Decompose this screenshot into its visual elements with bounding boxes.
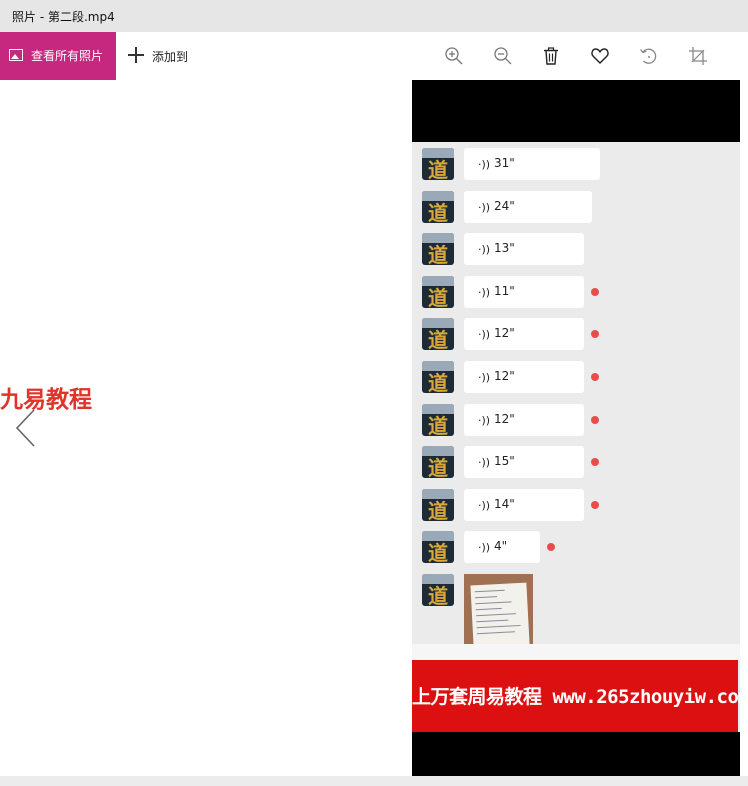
avatar: 道 bbox=[422, 574, 454, 606]
voice-message-bubble[interactable]: ·)) 4" bbox=[464, 531, 540, 564]
voice-wave-icon: ·)) bbox=[478, 158, 491, 171]
ad-banner-text: 上万套周易教程 www.265zhouyiw.com bbox=[412, 686, 740, 708]
voice-wave-icon: ·)) bbox=[478, 541, 491, 555]
voice-wave-icon: ·)) bbox=[478, 456, 491, 470]
video-letterbox-bottom bbox=[412, 732, 740, 776]
unread-dot bbox=[591, 373, 599, 381]
photo-icon bbox=[9, 49, 23, 61]
window-title: 照片 - 第二段.mp4 bbox=[12, 10, 115, 24]
title-bar: 照片 - 第二段.mp4 bbox=[0, 0, 748, 32]
unread-dot bbox=[591, 500, 599, 509]
chat-row: 道 ·)) 14" bbox=[412, 488, 740, 523]
voice-wave-icon: ·)) bbox=[478, 371, 491, 384]
unread-dot bbox=[591, 415, 599, 424]
voice-message-bubble[interactable]: ·)) 12" bbox=[464, 318, 584, 351]
voice-message-bubble[interactable]: ·)) 12" bbox=[464, 361, 584, 393]
avatar: 道 bbox=[422, 531, 454, 564]
chat-input-bar bbox=[412, 644, 740, 660]
voice-wave-icon: ·)) bbox=[478, 285, 491, 299]
voice-wave-icon: ·)) bbox=[478, 243, 491, 257]
video-letterbox-top bbox=[412, 80, 740, 142]
video-frame: 道 ·)) 31" 道 ·)) 24" 道 ·)) 13" 道 ·)) 11" 道 ·)) 12" 道 ·)) 1… bbox=[412, 80, 740, 776]
voice-message-bubble[interactable]: ·)) 24" bbox=[464, 190, 592, 223]
delete-button[interactable] bbox=[535, 40, 567, 72]
voice-duration: 4" bbox=[494, 539, 508, 554]
add-to-label: 添加到 bbox=[152, 50, 189, 64]
voice-duration: 12" bbox=[494, 326, 515, 341]
voice-message-bubble[interactable]: ·)) 11" bbox=[464, 275, 584, 308]
chat-row: 道 ·)) 12" bbox=[412, 361, 740, 395]
unread-dot bbox=[591, 287, 599, 296]
avatar: 道 bbox=[422, 148, 454, 180]
zoom-in-button[interactable] bbox=[438, 40, 470, 72]
voice-wave-icon: ·)) bbox=[478, 328, 491, 342]
view-all-photos-button[interactable]: 查看所有照片 bbox=[0, 32, 116, 80]
voice-duration: 15" bbox=[494, 454, 515, 469]
voice-message-bubble[interactable]: ·)) 31" bbox=[464, 148, 600, 180]
voice-duration: 24" bbox=[494, 198, 515, 213]
zoom-out-button[interactable] bbox=[487, 40, 519, 72]
chat-row: 道 ·)) 12" bbox=[412, 403, 740, 438]
plus-icon bbox=[128, 47, 144, 63]
voice-wave-icon: ·)) bbox=[478, 413, 491, 427]
zoom-out-icon bbox=[494, 47, 512, 65]
chat-row-photo: 道 bbox=[412, 574, 740, 608]
voice-duration: 13" bbox=[494, 241, 515, 256]
voice-duration: 12" bbox=[494, 369, 515, 383]
view-all-photos-label: 查看所有照片 bbox=[31, 49, 104, 63]
avatar: 道 bbox=[422, 361, 454, 393]
chat-row: 道 ·)) 11" bbox=[412, 275, 740, 310]
voice-message-bubble[interactable]: ·)) 12" bbox=[464, 403, 584, 436]
avatar: 道 bbox=[422, 318, 454, 351]
voice-duration: 14" bbox=[494, 496, 515, 511]
chat-row: 道 ·)) 13" bbox=[412, 233, 740, 267]
voice-wave-icon: ·)) bbox=[478, 200, 491, 214]
unread-dot bbox=[547, 543, 555, 552]
avatar: 道 bbox=[422, 403, 454, 436]
voice-wave-icon: ·)) bbox=[478, 498, 491, 512]
avatar: 道 bbox=[422, 446, 454, 479]
rotate-button[interactable] bbox=[633, 40, 665, 72]
rotate-icon bbox=[640, 48, 657, 64]
avatar: 道 bbox=[422, 275, 454, 308]
zoom-in-icon bbox=[445, 47, 463, 65]
chat-row: 道 ·)) 31" bbox=[412, 148, 740, 182]
chat-row: 道 ·)) 4" bbox=[412, 531, 740, 565]
voice-duration: 12" bbox=[494, 411, 515, 426]
voice-message-bubble[interactable]: ·)) 15" bbox=[464, 446, 584, 479]
chat-row: 道 ·)) 12" bbox=[412, 318, 740, 352]
avatar: 道 bbox=[422, 190, 454, 223]
voice-message-bubble[interactable]: ·)) 14" bbox=[464, 488, 584, 521]
crop-icon bbox=[689, 47, 707, 65]
avatar: 道 bbox=[422, 488, 454, 521]
voice-duration: 31" bbox=[494, 156, 515, 170]
voice-duration: 11" bbox=[494, 283, 515, 298]
trash-icon bbox=[544, 47, 558, 65]
favorite-button[interactable] bbox=[584, 40, 616, 72]
chat-row: 道 ·)) 24" bbox=[412, 190, 740, 225]
ad-banner: 上万套周易教程 www.265zhouyiw.com bbox=[412, 660, 740, 734]
photo-message-thumbnail bbox=[464, 574, 533, 644]
heart-icon bbox=[591, 48, 609, 64]
chat-row: 道 ·)) 15" bbox=[412, 446, 740, 480]
voice-message-bubble[interactable]: ·)) 13" bbox=[464, 233, 584, 266]
chevron-left-icon bbox=[15, 409, 35, 447]
previous-button[interactable] bbox=[12, 408, 42, 448]
unread-dot bbox=[591, 330, 599, 339]
crop-button[interactable] bbox=[682, 40, 714, 72]
unread-dot bbox=[591, 458, 599, 467]
bottom-edge bbox=[0, 776, 748, 786]
avatar: 道 bbox=[422, 233, 454, 266]
